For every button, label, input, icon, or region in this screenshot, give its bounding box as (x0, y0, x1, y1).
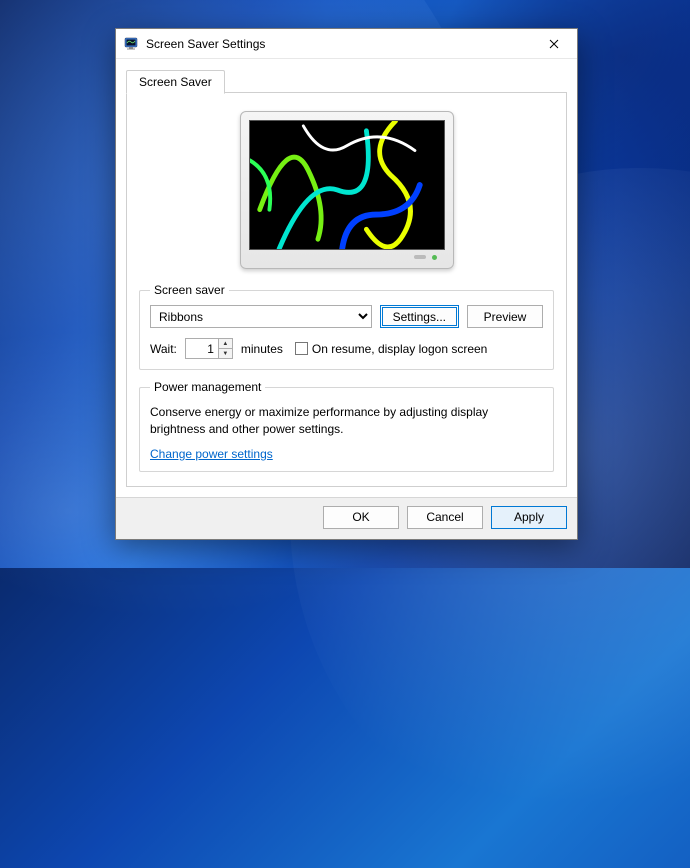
dialog-button-row: OK Cancel Apply (116, 497, 577, 539)
wait-spin-down[interactable]: ▼ (219, 348, 232, 358)
tab-page: Screen saver Ribbons Settings... Preview… (126, 93, 567, 487)
screensaver-settings-dialog: Screen Saver Settings Screen Saver (115, 28, 578, 540)
power-group-legend: Power management (150, 380, 265, 394)
tab-label: Screen Saver (139, 75, 212, 89)
minutes-label: minutes (241, 342, 283, 356)
ok-button[interactable]: OK (323, 506, 399, 529)
window-title: Screen Saver Settings (146, 37, 531, 51)
screensaver-group: Screen saver Ribbons Settings... Preview… (139, 283, 554, 370)
wait-label: Wait: (150, 342, 177, 356)
dialog-client-area: Screen Saver (116, 59, 577, 497)
resume-checkbox-label: On resume, display logon screen (312, 342, 487, 356)
change-power-settings-link[interactable]: Change power settings (150, 447, 273, 461)
preview-monitor (240, 111, 454, 269)
power-management-group: Power management Conserve energy or maxi… (139, 380, 554, 472)
monitor-frame (240, 111, 454, 269)
tab-strip: Screen Saver (126, 67, 567, 93)
resume-checkbox-wrap[interactable]: On resume, display logon screen (295, 342, 487, 356)
wait-spinner: ▲ ▼ (185, 338, 233, 359)
resume-checkbox[interactable] (295, 342, 308, 355)
screensaver-preview-area (139, 105, 554, 283)
monitor-base (249, 250, 445, 264)
close-button[interactable] (531, 29, 577, 59)
wait-input[interactable] (186, 339, 218, 358)
wait-spin-up[interactable]: ▲ (219, 339, 232, 348)
tab-screen-saver[interactable]: Screen Saver (126, 70, 225, 94)
settings-button[interactable]: Settings... (380, 305, 459, 328)
cancel-button[interactable]: Cancel (407, 506, 483, 529)
preview-button[interactable]: Preview (467, 305, 543, 328)
monitor-led-icon (432, 255, 437, 260)
power-description: Conserve energy or maximize performance … (150, 404, 543, 439)
app-icon (124, 36, 140, 52)
monitor-screen (249, 120, 445, 250)
apply-button[interactable]: Apply (491, 506, 567, 529)
tab-strip-border (225, 92, 567, 93)
titlebar[interactable]: Screen Saver Settings (116, 29, 577, 59)
screensaver-select[interactable]: Ribbons (150, 305, 372, 328)
screensaver-group-legend: Screen saver (150, 283, 229, 297)
monitor-button-icon (414, 255, 426, 259)
